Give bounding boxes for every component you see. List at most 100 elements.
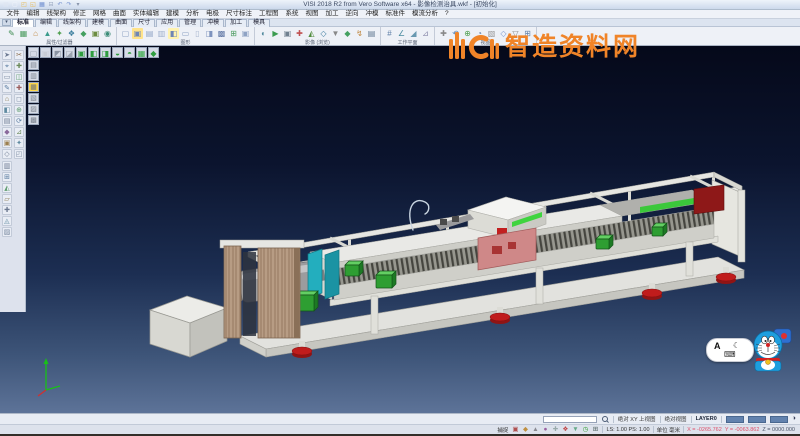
view-cube-icon[interactable]: ▣ bbox=[76, 47, 87, 58]
ribbon-tab[interactable]: 应用 bbox=[156, 19, 178, 27]
selection-mode-icon[interactable]: ▨ bbox=[28, 104, 39, 114]
toolbar-icon[interactable]: ▲ bbox=[42, 28, 53, 39]
layer-indicator[interactable]: LAYER0 bbox=[696, 416, 717, 422]
selection-mode-icon[interactable]: ▦ bbox=[28, 82, 39, 92]
white-cube-part[interactable] bbox=[150, 296, 227, 357]
menu-item[interactable]: 模流分析 bbox=[409, 10, 442, 18]
toolbar-icon[interactable]: ◇ bbox=[498, 28, 509, 39]
moon-icon[interactable]: ☾ bbox=[733, 341, 740, 350]
view-cube-icon[interactable]: ▢ bbox=[28, 47, 39, 58]
toolbar-icon[interactable]: ▤ bbox=[366, 28, 377, 39]
menu-item[interactable]: 建模 bbox=[163, 10, 183, 18]
search-input[interactable] bbox=[543, 416, 597, 423]
toolbar-icon[interactable]: ◧ bbox=[168, 28, 179, 39]
menu-item[interactable]: ? bbox=[442, 10, 453, 18]
ribbon-tab[interactable]: 建模 bbox=[87, 19, 109, 27]
left-dock-icon[interactable]: ✦ bbox=[14, 138, 24, 148]
toolbar-icon[interactable]: ▭ bbox=[180, 28, 191, 39]
toolbar-icon[interactable]: ◆ bbox=[78, 28, 89, 39]
toolbar-icon[interactable]: ∠ bbox=[396, 28, 407, 39]
menu-item[interactable]: 加工 bbox=[322, 10, 342, 18]
menu-item[interactable]: 曲面 bbox=[110, 10, 130, 18]
toolbar-icon[interactable]: ✦ bbox=[54, 28, 65, 39]
ribbon-tab[interactable]: 编辑 bbox=[35, 19, 57, 27]
left-dock-icon[interactable]: ✚ bbox=[14, 83, 24, 93]
left-dock-icon[interactable]: ⊕ bbox=[14, 105, 24, 115]
toolbar-icon[interactable]: ⊿ bbox=[420, 28, 431, 39]
left-dock-icon[interactable]: ◫ bbox=[14, 72, 24, 82]
left-dock-icon[interactable]: ◻ bbox=[14, 94, 24, 104]
left-dock-icon[interactable]: ◇ bbox=[2, 149, 12, 159]
toolbar-icon[interactable]: ◐ bbox=[258, 28, 269, 39]
snap-icon[interactable]: ◆ bbox=[521, 426, 529, 434]
toolbar-icon[interactable]: ▣ bbox=[240, 28, 251, 39]
toolbar-icon[interactable]: ▩ bbox=[216, 28, 227, 39]
toolbar-icon[interactable]: # bbox=[384, 28, 395, 39]
ribbon-tab[interactable]: 线架构 bbox=[58, 19, 86, 27]
cad-model-scene[interactable] bbox=[0, 46, 800, 413]
left-dock-icon[interactable]: ▨ bbox=[2, 227, 12, 237]
left-dock-icon[interactable]: ◧ bbox=[2, 105, 12, 115]
menu-item[interactable]: 实体编辑 bbox=[130, 10, 163, 18]
toolbar-icon[interactable]: ⌂ bbox=[30, 28, 41, 39]
toolbar-icon[interactable]: ↯ bbox=[354, 28, 365, 39]
view-cube-icon[interactable]: ▦ bbox=[136, 47, 147, 58]
selection-mode-icon[interactable]: ▩ bbox=[28, 115, 39, 125]
color-swatch[interactable] bbox=[770, 416, 788, 423]
left-dock-icon[interactable]: ✚ bbox=[2, 205, 12, 215]
toolbar-icon[interactable]: ⟲ bbox=[450, 28, 461, 39]
left-dock-icon[interactable]: ✎ bbox=[2, 83, 12, 93]
left-dock-icon[interactable]: ⟳ bbox=[14, 116, 24, 126]
menu-item[interactable]: 文件 bbox=[3, 10, 23, 18]
ribbon-tab[interactable]: 模具 bbox=[248, 19, 270, 27]
toolbar-icon[interactable]: ▶ bbox=[270, 28, 281, 39]
snap-label[interactable]: 捕捉 bbox=[497, 426, 508, 434]
left-dock-icon[interactable]: ▥ bbox=[2, 161, 12, 171]
toolbar-icon[interactable]: ▼ bbox=[330, 28, 341, 39]
menu-item[interactable]: 修正 bbox=[70, 10, 90, 18]
toolbar-icon[interactable]: ◨ bbox=[204, 28, 215, 39]
toolbar-icon[interactable]: ▦ bbox=[18, 28, 29, 39]
selection-mode-icon[interactable]: ▤ bbox=[28, 60, 39, 70]
snap-icon[interactable]: ● bbox=[541, 426, 549, 434]
toolbar-icon[interactable]: ◇ bbox=[318, 28, 329, 39]
red-end-plate[interactable] bbox=[694, 185, 724, 214]
menu-item[interactable]: 系统 bbox=[282, 10, 302, 18]
toolbar-icon[interactable]: ▢ bbox=[120, 28, 131, 39]
left-dock-icon[interactable]: ▭ bbox=[2, 72, 12, 82]
snap-icon[interactable]: ◷ bbox=[581, 426, 589, 434]
left-dock-icon[interactable]: ◆ bbox=[2, 127, 12, 137]
color-swatch[interactable] bbox=[748, 416, 766, 423]
ribbon-tab[interactable]: 标准 bbox=[12, 19, 34, 27]
view-cube-icon[interactable]: ◧ bbox=[88, 47, 99, 58]
menu-item[interactable]: 尺寸标注 bbox=[223, 10, 256, 18]
toolbar-icon[interactable]: ▧ bbox=[486, 28, 497, 39]
view-cube-icon[interactable]: ◨ bbox=[100, 47, 111, 58]
left-dock-icon[interactable]: ◬ bbox=[2, 216, 12, 226]
toolbar-icon[interactable]: ▥ bbox=[156, 28, 167, 39]
menu-item[interactable]: 标准件 bbox=[382, 10, 409, 18]
3d-viewport[interactable]: ➤✂⌖✚▭◫✎✚⌂◻◧⊕▤⟳◆⊿▣✦◇◰ ▥⊞◭▱✚◬▨ ▢▣◩◪▣◧◨◒◓▦◆… bbox=[0, 46, 800, 413]
toolbar-icon[interactable]: ▣ bbox=[90, 28, 101, 39]
menu-item[interactable]: 工程图 bbox=[256, 10, 283, 18]
snap-icon[interactable]: ▲ bbox=[531, 426, 539, 434]
ribbon-tab[interactable]: 加工 bbox=[225, 19, 247, 27]
menu-item[interactable]: 视图 bbox=[302, 10, 322, 18]
view-cube-icon[interactable]: ◒ bbox=[112, 47, 123, 58]
toolbar-icon[interactable]: ◉ bbox=[102, 28, 113, 39]
toolbar-icon[interactable]: ⊞ bbox=[522, 28, 533, 39]
view-cube-icon[interactable]: ◪ bbox=[64, 47, 75, 58]
toolbar-icon[interactable]: ⊕ bbox=[462, 28, 473, 39]
toolbar-icon[interactable]: ▯ bbox=[192, 28, 203, 39]
menu-item[interactable]: 编辑 bbox=[23, 10, 43, 18]
menu-item[interactable]: 电极 bbox=[203, 10, 223, 18]
ribbon-tab[interactable]: 尺寸 bbox=[133, 19, 155, 27]
ribbon-tab[interactable]: 管理 bbox=[179, 19, 201, 27]
toolbar-icon[interactable]: ◆ bbox=[342, 28, 353, 39]
toolbar-icon[interactable]: ❖ bbox=[66, 28, 77, 39]
ime-language-indicator[interactable]: A bbox=[714, 341, 721, 351]
color-swatch[interactable] bbox=[726, 416, 744, 423]
left-dock-icon[interactable]: ⊿ bbox=[14, 127, 24, 137]
left-dock-icon[interactable]: ◰ bbox=[14, 149, 24, 159]
render-mode-icon[interactable]: ◑ bbox=[792, 415, 796, 423]
